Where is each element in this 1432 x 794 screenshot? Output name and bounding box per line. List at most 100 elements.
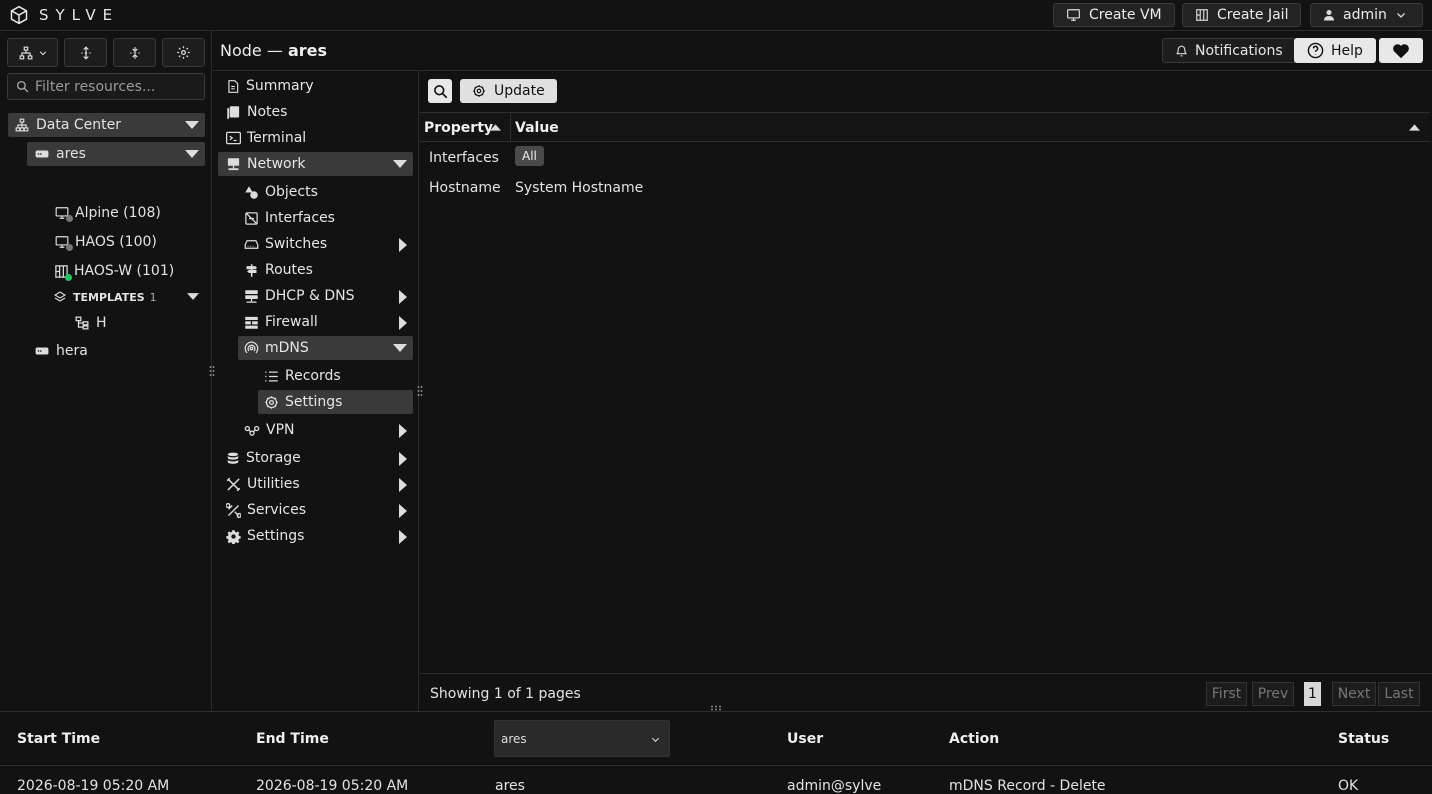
caret-down-icon[interactable] <box>185 150 199 158</box>
expand-all-button[interactable] <box>64 38 107 67</box>
page-1-button[interactable]: 1 <box>1304 682 1321 706</box>
datacenter-icon <box>15 118 29 132</box>
page-title: Node — ares <box>220 41 327 60</box>
services-icon <box>226 502 241 518</box>
menu-item-utilities[interactable]: Utilities <box>220 472 413 496</box>
table-header: Property Value <box>420 112 1430 142</box>
tree-item-jail-haos-w[interactable]: HAOS-W (101) <box>54 259 174 283</box>
chevron-down-icon <box>650 734 661 745</box>
firewall-icon <box>244 315 259 330</box>
menu-item-interfaces[interactable]: Interfaces <box>238 206 413 230</box>
gear-icon <box>226 529 241 544</box>
tree-item-vm-haos[interactable]: HAOS (100) <box>54 230 157 254</box>
menu-item-settings[interactable]: Settings <box>220 524 413 548</box>
node-menu: Summary Notes Terminal Network Objects I… <box>212 71 419 711</box>
column-header-value[interactable]: Value <box>515 120 559 136</box>
menu-item-routes[interactable]: Routes <box>238 258 413 282</box>
menu-item-switches[interactable]: Switches <box>238 232 413 256</box>
tree-settings-button[interactable] <box>162 38 205 67</box>
notifications-button[interactable]: Notifications <box>1162 38 1296 63</box>
logo[interactable]: SYLVE <box>9 5 119 25</box>
server-icon <box>35 346 49 356</box>
status-dot <box>66 215 73 222</box>
mdns-settings-panel: Update Property Value Interfaces All Hos… <box>420 72 1432 711</box>
update-button[interactable]: Update <box>460 79 557 103</box>
hierarchy-icon <box>18 46 34 60</box>
first-page-button[interactable]: First <box>1206 682 1247 706</box>
templates-count: 1 <box>149 290 157 304</box>
tree-item-datacenter[interactable]: Data Center <box>8 113 205 137</box>
node-filter-select[interactable]: ares <box>494 720 670 757</box>
next-page-button[interactable]: Next <box>1332 682 1376 706</box>
layers-icon <box>54 291 66 303</box>
menu-item-dhcp-dns[interactable]: DHCP & DNS <box>238 284 413 308</box>
user-icon <box>1323 9 1335 21</box>
caret-down-icon[interactable] <box>185 121 199 129</box>
user-menu-button[interactable]: admin <box>1310 3 1423 27</box>
search-icon <box>433 84 448 99</box>
expand-icon <box>79 45 93 60</box>
tree-item-templates[interactable]: TEMPLATES 1 <box>54 285 205 309</box>
help-icon <box>1307 42 1324 59</box>
column-separator[interactable] <box>510 113 511 142</box>
create-jail-button[interactable]: Create Jail <box>1182 3 1302 27</box>
menu-item-notes[interactable]: Notes <box>220 100 413 124</box>
pagination-bar: Showing 1 of 1 pages First Prev 1 Next L… <box>420 673 1432 711</box>
search-icon <box>16 80 29 93</box>
server-icon <box>35 149 49 159</box>
resource-sidebar: Data Center ares Alpine (108) HAOS (100)… <box>0 30 212 711</box>
caret-down-icon <box>393 344 407 352</box>
collapse-all-button[interactable] <box>113 38 156 67</box>
menu-item-mdns-settings[interactable]: Settings <box>258 390 413 414</box>
view-mode-button[interactable] <box>7 38 58 67</box>
menu-item-firewall[interactable]: Firewall <box>238 310 413 334</box>
column-header-property[interactable]: Property <box>424 120 493 136</box>
notes-icon <box>226 105 241 120</box>
tree-item-node-hera[interactable]: hera <box>35 339 88 363</box>
template-tree-icon <box>75 316 89 330</box>
heart-icon <box>1392 43 1410 59</box>
caret-down-icon[interactable] <box>187 293 199 300</box>
tree-item-vm-alpine[interactable]: Alpine (108) <box>54 201 161 225</box>
gear-icon <box>264 395 279 410</box>
menu-item-summary[interactable]: Summary <box>220 74 413 98</box>
column-header-action[interactable]: Action <box>949 731 999 747</box>
broadcast-icon <box>244 341 259 356</box>
column-header-start-time[interactable]: Start Time <box>17 731 100 747</box>
monitor-icon <box>54 206 73 222</box>
create-vm-button[interactable]: Create VM <box>1053 3 1175 27</box>
help-button[interactable]: Help <box>1294 38 1376 63</box>
tree-item-node-ares[interactable]: ares <box>27 142 205 166</box>
menu-item-storage[interactable]: Storage <box>220 446 413 470</box>
chevron-down-icon <box>38 48 48 58</box>
caret-right-icon <box>399 478 407 492</box>
column-header-status[interactable]: Status <box>1338 731 1389 747</box>
vpn-icon <box>244 424 260 437</box>
menu-item-network[interactable]: Network <box>218 152 413 176</box>
last-page-button[interactable]: Last <box>1378 682 1420 706</box>
menu-item-records[interactable]: Records <box>258 364 413 388</box>
filter-resources-input[interactable] <box>35 78 195 95</box>
caret-right-icon <box>399 238 407 252</box>
divider <box>0 765 1432 766</box>
menu-item-mdns[interactable]: mDNS <box>238 336 413 360</box>
menu-item-terminal[interactable]: Terminal <box>220 126 413 150</box>
monitor-icon <box>54 235 73 251</box>
caret-right-icon <box>399 452 407 466</box>
menu-item-objects[interactable]: Objects <box>238 180 413 204</box>
list-icon <box>264 370 279 383</box>
donate-button[interactable] <box>1379 38 1423 63</box>
column-header-end-time[interactable]: End Time <box>256 731 329 747</box>
sort-asc-icon[interactable] <box>490 124 501 131</box>
plug-off-icon <box>244 211 259 226</box>
interfaces-badge: All <box>515 146 544 166</box>
tree-item-template-h[interactable]: H <box>75 311 107 335</box>
menu-item-services[interactable]: Services <box>220 498 413 522</box>
column-header-user[interactable]: User <box>787 731 823 747</box>
search-button[interactable] <box>428 79 452 103</box>
monitor-icon <box>1066 8 1081 22</box>
top-bar: SYLVE Create VM Create Jail admin <box>0 0 1432 30</box>
sort-asc-icon[interactable] <box>1409 124 1420 131</box>
menu-item-vpn[interactable]: VPN <box>238 418 413 442</box>
prev-page-button[interactable]: Prev <box>1252 682 1294 706</box>
